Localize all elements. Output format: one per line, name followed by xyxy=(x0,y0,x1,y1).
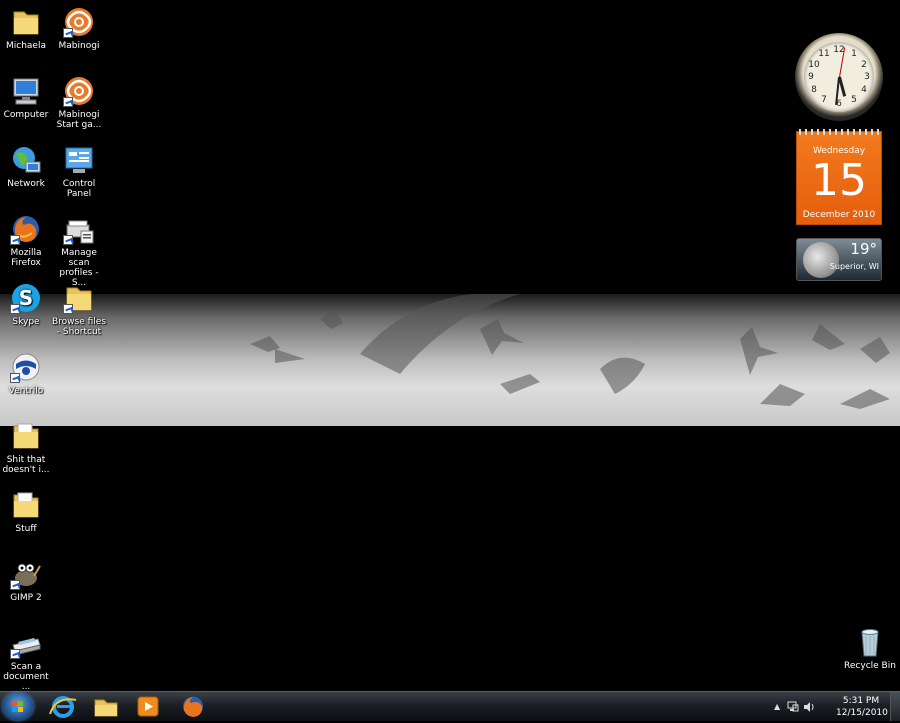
network-icon xyxy=(10,144,42,176)
shortcut-arrow-icon xyxy=(10,580,20,590)
clock-number: 2 xyxy=(861,60,867,70)
weather-temperature: 19° xyxy=(850,240,877,258)
taskbar-internet-explorer[interactable] xyxy=(46,694,80,719)
shortcut-arrow-icon xyxy=(10,304,20,314)
weather-location: Superior, WI xyxy=(829,262,879,271)
wallpaper-birds xyxy=(250,294,890,409)
show-hidden-icons-button[interactable]: ▲ xyxy=(774,702,780,711)
desktop-icon-control-panel[interactable]: Control Panel xyxy=(51,144,107,199)
shortcut-arrow-icon xyxy=(63,97,73,107)
desktop-icon-manage-scan-profiles[interactable]: Manage scan profiles - S... xyxy=(51,213,107,288)
desktop-icon-network[interactable]: Network xyxy=(0,144,54,189)
ventrilo-icon xyxy=(10,351,42,383)
scanner-icon xyxy=(10,627,42,659)
start-button[interactable] xyxy=(3,693,33,720)
clock-face: 12 1 2 3 4 5 6 7 8 9 10 11 xyxy=(804,42,874,112)
desktop-icon-firefox[interactable]: Mozilla Firefox xyxy=(0,213,54,268)
desktop-icon-browse-files[interactable]: Browse files - Shortcut xyxy=(51,282,107,337)
desktop-icon-gimp[interactable]: GIMP 2 xyxy=(0,558,54,603)
calendar-rings xyxy=(799,129,879,135)
desktop-icon-computer[interactable]: Computer xyxy=(0,75,54,120)
desktop-icon-ventrilo[interactable]: Ventrilo xyxy=(0,351,54,396)
firefox-icon xyxy=(10,213,42,245)
clock-number: 10 xyxy=(808,60,820,70)
folder-icon xyxy=(63,282,95,314)
clock-number: 9 xyxy=(808,72,814,82)
clock-number: 5 xyxy=(851,95,857,105)
scan-profiles-icon xyxy=(63,213,95,245)
desktop-icon-mabinogi[interactable]: Mabinogi xyxy=(51,6,107,51)
shortcut-arrow-icon xyxy=(63,28,73,38)
shortcut-arrow-icon xyxy=(63,235,73,245)
media-player-icon xyxy=(137,696,159,717)
taskbar-firefox[interactable] xyxy=(176,694,210,719)
clock-number: 11 xyxy=(818,49,830,59)
clock-number: 8 xyxy=(811,85,817,95)
firefox-icon xyxy=(183,696,203,717)
control-panel-icon xyxy=(63,144,95,176)
desktop-icon-michaela[interactable]: Michaela xyxy=(0,6,54,51)
svg-text:S: S xyxy=(19,286,33,310)
weather-gadget[interactable]: 19° Superior, WI xyxy=(796,238,882,281)
skype-icon: S xyxy=(10,282,42,314)
shortcut-arrow-icon xyxy=(63,304,73,314)
shortcut-arrow-icon xyxy=(10,373,20,383)
desktop-icon-recycle-bin[interactable]: Recycle Bin xyxy=(842,626,898,671)
volume-icon[interactable] xyxy=(803,701,815,713)
folder-icon xyxy=(10,420,42,452)
taskbar: ▲ 5:31 PM 12/15/2010 xyxy=(0,691,900,721)
taskbar-time[interactable]: 5:31 PM xyxy=(836,696,886,706)
moon-icon xyxy=(803,242,839,278)
mabinogi-icon xyxy=(63,6,95,38)
desktop-icon-scan-document[interactable]: Scan a document ... xyxy=(0,627,54,692)
desktop-icon-stuff[interactable]: Stuff xyxy=(0,489,54,534)
system-tray: ▲ 5:31 PM 12/15/2010 xyxy=(770,692,900,721)
windows-logo-icon xyxy=(12,701,24,712)
clock-number: 7 xyxy=(821,95,827,105)
folder-icon xyxy=(10,489,42,521)
internet-explorer-icon xyxy=(49,696,77,718)
recycle-bin-icon xyxy=(854,626,886,658)
taskbar-date[interactable]: 12/15/2010 xyxy=(836,708,888,718)
calendar-day-number: 15 xyxy=(811,155,867,206)
mabinogi-icon xyxy=(63,75,95,107)
calendar-month-year: December 2010 xyxy=(802,210,876,220)
taskbar-windows-explorer[interactable] xyxy=(89,694,123,719)
shortcut-arrow-icon xyxy=(10,649,20,659)
windows-explorer-icon xyxy=(94,699,118,717)
desktop-icon-skype[interactable]: S Skype xyxy=(0,282,54,327)
computer-icon xyxy=(10,75,42,107)
calendar-gadget[interactable]: Wednesday 15 December 2010 xyxy=(796,129,882,225)
gimp-icon xyxy=(10,558,42,590)
wallpaper-band xyxy=(0,294,900,426)
folder-icon xyxy=(10,6,42,38)
clock-number: 3 xyxy=(864,72,870,82)
clock-number: 1 xyxy=(851,49,857,59)
taskbar-media-player[interactable] xyxy=(131,694,165,719)
clock-gadget[interactable]: 12 1 2 3 4 5 6 7 8 9 10 11 xyxy=(795,33,883,121)
show-desktop-button[interactable] xyxy=(890,692,900,721)
shortcut-arrow-icon xyxy=(10,235,20,245)
desktop-icon-mabinogi-start[interactable]: Mabinogi Start ga... xyxy=(51,75,107,130)
network-status-icon[interactable] xyxy=(787,701,799,713)
clock-number: 4 xyxy=(861,85,867,95)
desktop-icon-shit-that-doesnt[interactable]: Shit that doesn't i... xyxy=(0,420,54,475)
